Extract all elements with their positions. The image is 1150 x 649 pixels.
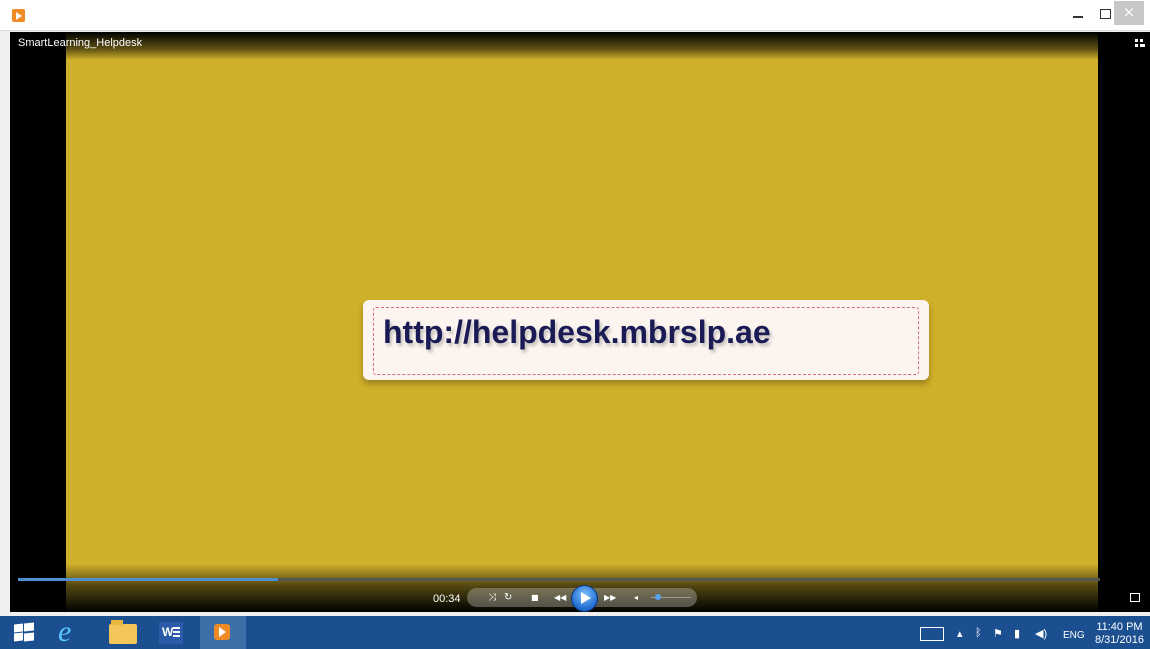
play-button[interactable] [571,585,598,612]
media-player-taskbar-icon[interactable] [200,616,246,649]
input-language[interactable]: ENG [1063,630,1085,641]
seek-bar[interactable] [18,578,1100,581]
close-icon: × [1122,3,1136,21]
url-card: http://helpdesk.mbrslp.ae [363,300,929,380]
minimize-icon [1073,16,1083,18]
bluetooth-icon[interactable]: ᛒ [975,627,982,639]
repeat-icon[interactable]: ↻ [504,591,512,604]
network-icon[interactable]: ▮ [1014,627,1020,640]
internet-explorer-icon[interactable]: e [58,617,71,647]
shuffle-icon[interactable]: ⤨ [488,591,496,604]
show-hidden-icons-icon[interactable]: ▴ [957,627,963,640]
play-icon [581,592,591,604]
playback-controls: ⤨ ↻ ■ ◀◀ ▶▶ ◂ [467,585,697,612]
volume-icon[interactable]: ◀) [1035,627,1047,640]
start-windows-icon[interactable] [14,622,34,642]
mute-icon[interactable]: ◂ [634,591,638,604]
file-explorer-icon[interactable] [109,620,137,644]
maximize-icon [1100,9,1111,19]
volume-slider-knob[interactable] [655,594,661,600]
clock-date: 8/31/2016 [1095,634,1144,646]
action-center-flag-icon[interactable]: ⚑ [993,627,1003,640]
minimize-button[interactable] [1064,1,1094,25]
touch-keyboard-icon[interactable] [920,627,944,641]
system-clock[interactable]: 11:40 PM 8/31/2016 [1095,621,1144,647]
close-button[interactable]: × [1114,1,1144,25]
helpdesk-url-text: http://helpdesk.mbrslp.ae [383,314,771,350]
fullscreen-icon[interactable] [1130,593,1140,602]
media-player-app-icon[interactable] [12,9,25,22]
video-frame: http://helpdesk.mbrslp.ae [66,32,1098,612]
previous-icon[interactable]: ◀◀ [554,591,566,604]
top-overlay [10,32,1150,60]
stop-icon[interactable]: ■ [531,591,539,604]
elapsed-time: 00:34 [433,593,461,605]
switch-to-library-icon[interactable] [1135,39,1145,47]
video-player[interactable]: http://helpdesk.mbrslp.ae SmartLearning_… [10,32,1150,612]
window-title-bar: × [0,0,1150,31]
next-icon[interactable]: ▶▶ [604,591,616,604]
clock-time: 11:40 PM [1096,621,1143,633]
word-icon[interactable]: W [159,622,183,644]
seek-bar-progress [18,578,278,581]
video-title: SmartLearning_Helpdesk [18,37,143,49]
